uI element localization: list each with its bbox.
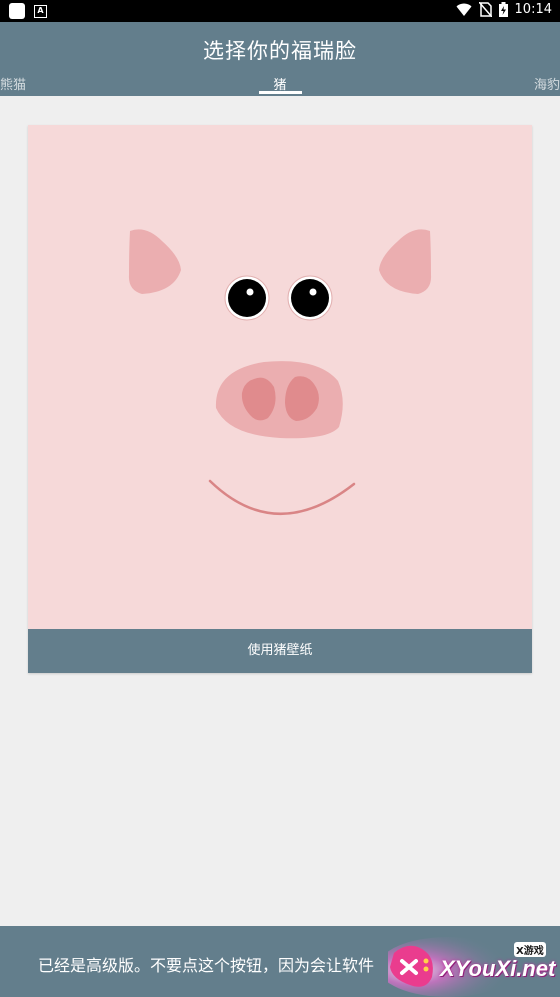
site-watermark: X游戏 XYouXi.net <box>388 931 560 997</box>
a-icon: A <box>34 4 47 18</box>
pig-face-illustration[interactable] <box>28 125 532 629</box>
wifi-icon <box>456 3 472 16</box>
watermark-brand: X游戏 <box>514 942 546 957</box>
watermark-site: XYouXi.net <box>440 956 556 981</box>
app-square-icon <box>9 3 25 19</box>
use-pig-wallpaper-button[interactable]: 使用猪壁纸 <box>28 629 532 673</box>
wallpaper-card: 使用猪壁纸 <box>28 125 532 673</box>
status-time: 10:14 <box>514 2 552 17</box>
app-bar: 选择你的福瑞脸 熊猫 猪 海豹 <box>0 22 560 96</box>
page-title: 选择你的福瑞脸 <box>203 39 357 63</box>
tab-seal[interactable]: 海豹 <box>534 74 560 93</box>
battery-charging-icon <box>498 2 508 17</box>
pig-left-eye <box>224 275 270 321</box>
no-sim-icon <box>478 2 492 17</box>
pig-right-eye <box>287 275 333 321</box>
pig-snout <box>215 361 343 439</box>
tab-indicator <box>259 91 302 94</box>
premium-notice-text: 已经是高级版。不要点这个按钮，因为会让软件 <box>38 956 375 975</box>
status-bar: A 10:14 <box>0 0 560 22</box>
